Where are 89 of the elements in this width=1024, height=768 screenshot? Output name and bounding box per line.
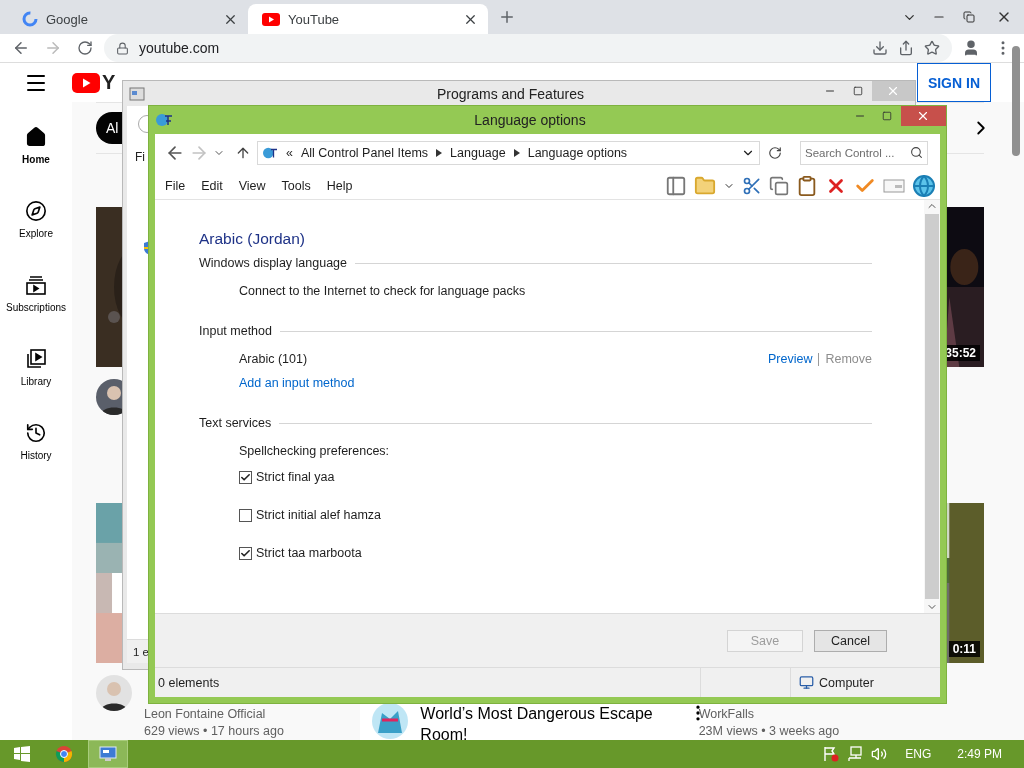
scroll-thumb[interactable] [925,214,939,599]
back-icon[interactable] [12,39,30,57]
language-heading: Arabic (Jordan) [199,230,306,248]
paste-icon[interactable] [796,174,818,197]
network-icon[interactable] [847,746,864,762]
sidebar-item[interactable]: Home [0,108,72,182]
reload-icon[interactable] [77,40,93,56]
lock-icon[interactable] [116,41,129,55]
volume-icon[interactable] [871,746,888,762]
section-title: Input method [199,324,272,338]
breadcrumb-arrow-icon[interactable] [513,149,520,157]
window-title: Language options [473,112,586,128]
checkbox[interactable] [239,546,252,560]
status-text: 1 e [133,645,149,658]
sidebar-item[interactable]: Subscriptions [0,256,72,330]
copy-icon[interactable] [769,175,789,196]
sidebar-item[interactable]: Library [0,330,72,404]
subscriptions-icon [25,273,47,296]
window-title: Programs and Features [435,85,585,102]
input-method-name: Arabic (101) [239,352,308,366]
add-method-link[interactable]: Add an input method [239,376,355,390]
google-icon [22,11,38,27]
menu-item[interactable]: Help [326,178,353,193]
sidebar-item[interactable]: Explore [0,182,72,256]
address-field[interactable]: « All Control Panel Items Language Language options [257,141,760,165]
computer-icon [799,675,814,690]
history-icon [25,421,47,444]
menu-item[interactable]: Edit [201,178,223,193]
home-icon [25,125,47,148]
breadcrumb-arrow-icon[interactable] [436,149,443,157]
flag-icon[interactable] [823,746,840,762]
info-text: Connect to the Internet to check for language packs [239,284,526,298]
menu-item[interactable]: File [165,178,186,193]
checkbox-label: Strict final yaa [256,470,335,484]
programs-icon [129,85,145,102]
checkbox[interactable] [239,508,252,522]
cancel-button[interactable]: Cancel [814,629,887,652]
language-icon [155,112,173,128]
status-count: 0 elements [158,675,220,690]
breadcrumb-item[interactable]: All Control Panel Items [300,146,429,160]
maximize-icon [882,111,893,121]
section-title: Windows display language [199,256,347,270]
breadcrumb-item[interactable]: Language [450,146,506,160]
overflow-mark[interactable]: « [286,146,293,160]
channel-name: Leon Fontaine Official [144,707,267,721]
up-icon[interactable] [235,145,251,161]
menu-item[interactable]: Tools [281,178,311,193]
taskbar-button[interactable] [88,740,128,768]
browser-tab[interactable]: Google [8,4,248,34]
layout-icon[interactable] [665,174,687,197]
restore-icon[interactable] [963,11,975,23]
play-logo-icon [262,12,280,26]
share-icon[interactable] [898,40,914,56]
sidebar-item[interactable]: History [0,404,72,478]
logo-text[interactable]: Y [102,71,115,94]
control-panel-icon[interactable] [99,746,117,762]
channel-name: WorkFalls [698,707,755,721]
video-stats: 23M views • 3 weeks ago [698,724,841,738]
maximize-icon [853,86,863,96]
scrollbar[interactable] [1012,46,1020,156]
cut-icon[interactable] [742,175,762,196]
new-tab-icon[interactable] [498,8,516,26]
profile-icon[interactable] [962,39,980,57]
refresh-icon[interactable] [768,146,782,160]
compass-icon [25,199,47,222]
language-icon [262,146,278,160]
duration-badge: 0:11 [948,641,980,657]
section-title: Text services [199,416,272,430]
breadcrumb-item[interactable]: Language options [527,146,628,160]
browser-tab[interactable]: YouTube [248,4,488,34]
menu-item[interactable]: View [238,178,266,193]
install-icon[interactable] [872,40,888,56]
status-location: Computer [819,675,874,690]
action-link[interactable]: Preview [768,352,813,366]
address-bar[interactable]: youtube.com [104,34,952,62]
bookmark-icon[interactable] [924,40,940,56]
search-field[interactable]: Search Control ... [800,141,928,165]
search-icon [910,146,923,159]
checkbox-label: Strict initial alef hamza [256,508,382,522]
sign-in-button[interactable]: SIGN IN [916,63,991,102]
library-icon [25,347,47,370]
play-logo-icon[interactable] [72,72,100,93]
info-text: Spellchecking preferences: [239,444,390,458]
chrome-icon[interactable] [55,745,73,763]
start-icon[interactable] [14,746,30,762]
checkbox[interactable] [239,470,252,484]
checkbox-label: Strict taa marboota [256,546,362,560]
globe-icon[interactable] [912,173,936,198]
video-stats: 629 views • 17 hours ago [144,724,285,738]
